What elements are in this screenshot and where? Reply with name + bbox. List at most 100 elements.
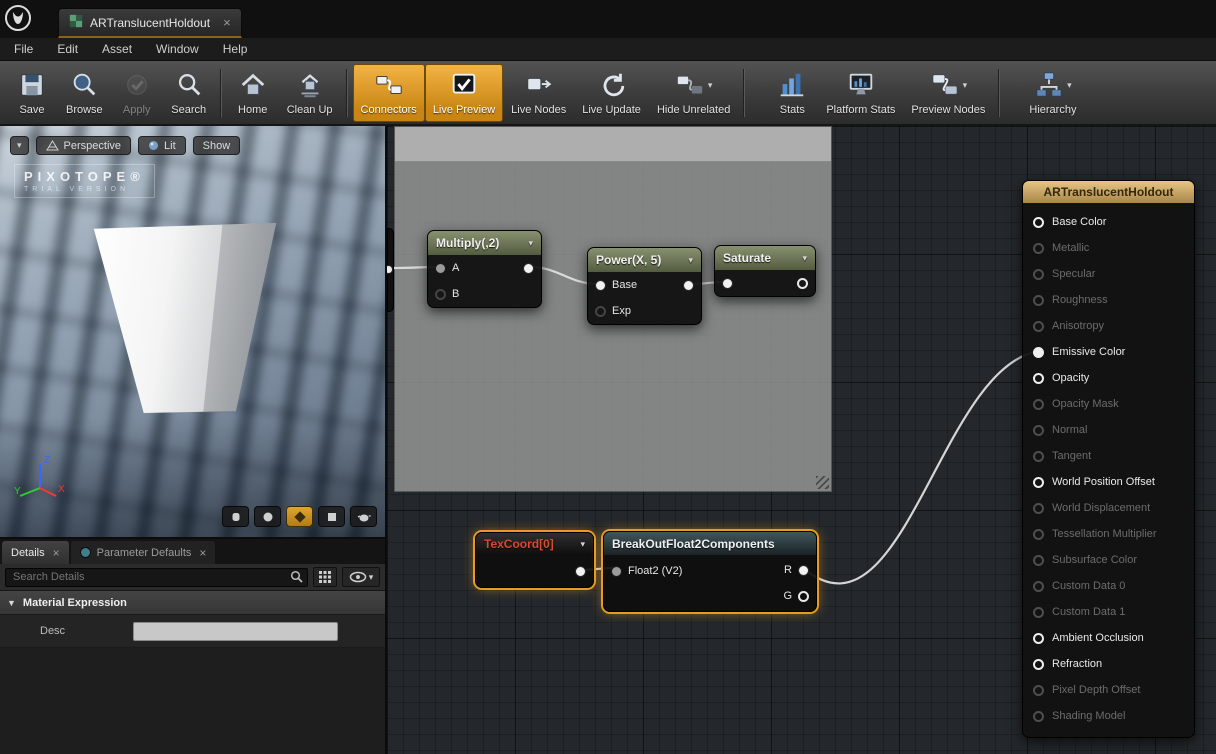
output-pin[interactable] [385, 265, 393, 274]
viewport-options-button[interactable]: ▾ [10, 136, 29, 155]
pin-icon[interactable] [1033, 425, 1044, 436]
pin-icon[interactable] [1033, 347, 1044, 358]
material-expression-category[interactable]: ▼ Material Expression [0, 591, 385, 615]
node-breakout-float2[interactable]: BreakOutFloat2Components Float2 (V2) R G [603, 531, 817, 612]
material-pin-roughness[interactable]: Roughness [1023, 287, 1194, 313]
home-button[interactable]: Home [227, 64, 279, 122]
material-graph[interactable]: Multiply(,2) ▾ A B Power(X, 5) ▾ [385, 126, 1216, 754]
input-pin-b[interactable] [435, 289, 446, 300]
node-power[interactable]: Power(X, 5) ▾ Base Exp [587, 247, 702, 325]
browse-button[interactable]: Browse [58, 64, 111, 122]
chevron-down-icon[interactable]: ▾ [580, 539, 585, 550]
close-icon[interactable]: × [53, 546, 60, 560]
tab-details[interactable]: Details × [2, 541, 69, 564]
preview-viewport[interactable]: ▾ Perspective Lit Show PIXOTOPE® [0, 126, 385, 537]
node-material-result[interactable]: ARTranslucentHoldout Base ColorMetallicS… [1022, 180, 1195, 738]
material-pin-base-color[interactable]: Base Color [1023, 209, 1194, 235]
material-node-header[interactable]: ARTranslucentHoldout [1023, 181, 1194, 203]
pin-icon[interactable] [1033, 269, 1044, 280]
input-pin-float2[interactable] [611, 566, 622, 577]
material-pin-world-position-offset[interactable]: World Position Offset [1023, 469, 1194, 495]
material-pin-world-displacement[interactable]: World Displacement [1023, 495, 1194, 521]
input-pin[interactable] [722, 278, 733, 289]
material-pin-custom-data-1[interactable]: Custom Data 1 [1023, 599, 1194, 625]
close-icon[interactable]: × [199, 546, 206, 560]
pin-icon[interactable] [1033, 399, 1044, 410]
material-pin-opacity-mask[interactable]: Opacity Mask [1023, 391, 1194, 417]
node-saturate-header[interactable]: Saturate ▾ [715, 246, 815, 270]
node-saturate[interactable]: Saturate ▾ [714, 245, 816, 297]
menu-asset[interactable]: Asset [102, 42, 132, 56]
pin-icon[interactable] [1033, 295, 1044, 306]
platform-stats-toggle[interactable]: Platform Stats [818, 64, 903, 122]
material-pin-tessellation-multiplier[interactable]: Tessellation Multiplier [1023, 521, 1194, 547]
pin-icon[interactable] [1033, 477, 1044, 488]
chevron-down-icon[interactable]: ▾ [708, 80, 713, 91]
chevron-down-icon[interactable]: ▾ [963, 80, 968, 91]
material-pin-specular[interactable]: Specular [1023, 261, 1194, 287]
input-pin-a[interactable] [435, 263, 446, 274]
chevron-down-icon[interactable]: ▾ [688, 255, 693, 266]
apply-button[interactable]: Apply [111, 64, 163, 122]
material-pin-normal[interactable]: Normal [1023, 417, 1194, 443]
preview-shape-plane-button[interactable] [286, 506, 313, 527]
input-pin-base[interactable] [595, 280, 606, 291]
tab-parameter-defaults[interactable]: Parameter Defaults × [71, 541, 216, 564]
clean-up-button[interactable]: Clean Up [279, 64, 341, 122]
node-multiply-header[interactable]: Multiply(,2) ▾ [428, 231, 541, 255]
material-pin-shading-model[interactable]: Shading Model [1023, 703, 1194, 729]
menu-file[interactable]: File [14, 42, 33, 56]
comment-resize-handle[interactable] [816, 476, 829, 489]
material-pin-tangent[interactable]: Tangent [1023, 443, 1194, 469]
pin-icon[interactable] [1033, 581, 1044, 592]
material-pin-metallic[interactable]: Metallic [1023, 235, 1194, 261]
close-icon[interactable]: × [223, 15, 231, 30]
preview-shape-cylinder-button[interactable] [222, 506, 249, 527]
pin-icon[interactable] [1033, 373, 1044, 384]
preview-shape-teapot-button[interactable] [350, 506, 377, 527]
desc-input[interactable] [133, 622, 338, 641]
pin-icon[interactable] [1033, 607, 1044, 618]
output-pin-r[interactable] [798, 565, 809, 576]
chevron-down-icon[interactable]: ▾ [1067, 80, 1072, 91]
connectors-toggle[interactable]: Connectors [353, 64, 425, 122]
details-visibility-button[interactable]: ▾ [342, 567, 380, 587]
material-pin-anisotropy[interactable]: Anisotropy [1023, 313, 1194, 339]
preview-nodes-toggle[interactable]: ▾ Preview Nodes [903, 64, 993, 122]
lit-button[interactable]: Lit [138, 136, 186, 155]
details-view-options-button[interactable] [313, 567, 337, 587]
chevron-down-icon[interactable]: ▾ [802, 253, 807, 264]
pin-icon[interactable] [1033, 243, 1044, 254]
menu-help[interactable]: Help [223, 42, 248, 56]
output-pin[interactable] [683, 280, 694, 291]
search-details-input[interactable] [5, 568, 308, 587]
show-button[interactable]: Show [193, 136, 241, 155]
node-power-header[interactable]: Power(X, 5) ▾ [588, 248, 701, 272]
material-pin-custom-data-0[interactable]: Custom Data 0 [1023, 573, 1194, 599]
node-multiply[interactable]: Multiply(,2) ▾ A B [427, 230, 542, 308]
output-pin[interactable] [575, 566, 586, 577]
menu-window[interactable]: Window [156, 42, 199, 56]
pin-icon[interactable] [1033, 633, 1044, 644]
chevron-down-icon[interactable]: ▾ [528, 238, 533, 249]
output-pin[interactable] [523, 263, 534, 274]
hierarchy-button[interactable]: ▾ Hierarchy [1021, 64, 1084, 122]
comment-box-header[interactable] [395, 127, 831, 162]
menu-edit[interactable]: Edit [57, 42, 78, 56]
pin-icon[interactable] [1033, 503, 1044, 514]
material-pin-subsurface-color[interactable]: Subsurface Color [1023, 547, 1194, 573]
pin-icon[interactable] [1033, 451, 1044, 462]
pin-icon[interactable] [1033, 529, 1044, 540]
offscreen-node-edge[interactable] [387, 228, 394, 312]
save-button[interactable]: Save [6, 64, 58, 122]
output-pin[interactable] [797, 278, 808, 289]
material-pin-pixel-depth-offset[interactable]: Pixel Depth Offset [1023, 677, 1194, 703]
stats-toggle[interactable]: Stats [766, 64, 818, 122]
pin-icon[interactable] [1033, 711, 1044, 722]
category-expand-icon[interactable]: ▼ [7, 598, 16, 608]
pin-icon[interactable] [1033, 321, 1044, 332]
live-nodes-toggle[interactable]: Live Nodes [503, 64, 574, 122]
input-pin-exp[interactable] [595, 306, 606, 317]
preview-shape-sphere-button[interactable] [254, 506, 281, 527]
node-texcoord[interactable]: TexCoord[0] ▾ [475, 532, 594, 588]
